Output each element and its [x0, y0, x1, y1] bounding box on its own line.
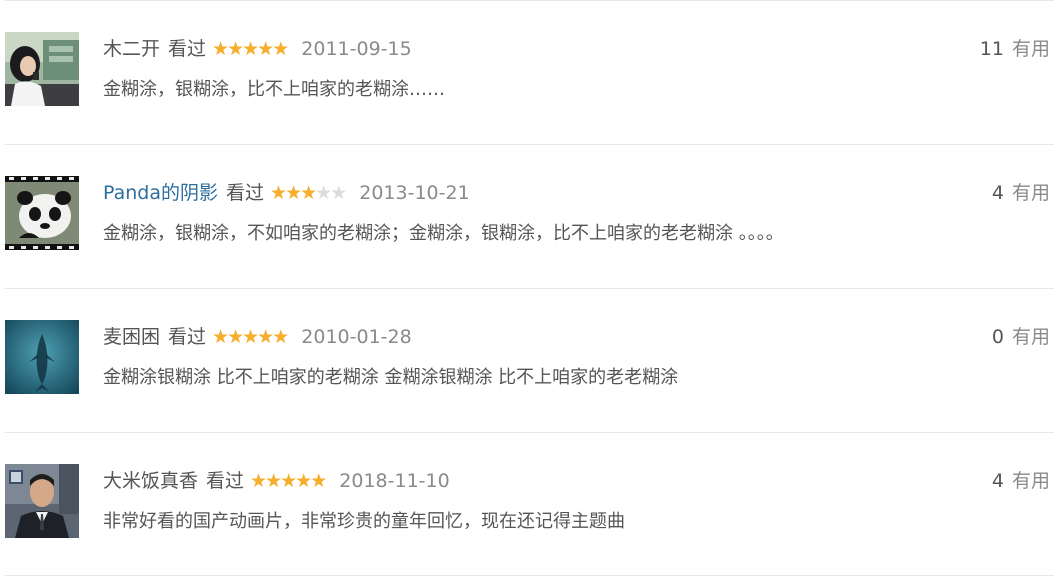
rating-stars: ★ ★ ★ ★ ★ [270, 178, 347, 208]
star-filled-icon: ★ [280, 470, 297, 492]
star-filled-icon: ★ [242, 326, 259, 348]
comment-item: 木二开 看过 ★ ★ ★ ★ ★ 2011-09-15 11 有用 金糊涂，银糊涂，比不上… [0, 0, 1059, 144]
star-filled-icon: ★ [227, 326, 244, 348]
star-filled-icon: ★ [227, 38, 244, 60]
username[interactable]: Panda的阴影 [103, 178, 218, 208]
watch-status: 看过 [206, 470, 245, 492]
useful-vote[interactable]: 11 有用 [980, 34, 1050, 64]
comment-text: 金糊涂银糊涂 比不上咱家的老糊涂 金糊涂银糊涂 比不上咱家的老老糊涂 [103, 367, 679, 388]
comment-date: 2013-10-21 [359, 182, 470, 204]
star-filled-icon: ★ [295, 470, 312, 492]
comment-text: 非常好看的国产动画片，非常珍贵的童年回忆，现在还记得主题曲 [103, 511, 625, 532]
useful-vote[interactable]: 4 有用 [992, 466, 1050, 496]
comment-meta: 木二开 看过 ★ ★ ★ ★ ★ 2011-09-15 [103, 34, 412, 64]
comment-item: 麦困困 看过 ★ ★ ★ ★ ★ 2010-01-28 0 有用 金糊涂银糊涂 比不上咱家… [0, 288, 1059, 432]
avatar[interactable] [5, 464, 79, 538]
star-filled-icon: ★ [272, 326, 289, 348]
avatar-whale-image [5, 320, 79, 394]
avatar-panda-image [5, 176, 79, 250]
star-empty-icon: ★ [330, 182, 347, 204]
useful-count: 0 [991, 326, 1004, 348]
useful-count: 4 [991, 470, 1004, 492]
avatar-girl-image [5, 32, 79, 106]
comment-date: 2011-09-15 [301, 38, 412, 60]
star-filled-icon: ★ [242, 38, 259, 60]
star-filled-icon: ★ [310, 470, 327, 492]
comment-date: 2018-11-10 [339, 470, 450, 492]
avatar[interactable] [5, 176, 79, 250]
avatar-man-image [5, 464, 79, 538]
useful-button[interactable]: 有用 [1012, 326, 1050, 348]
watch-status: 看过 [168, 326, 207, 348]
star-empty-icon: ★ [315, 182, 332, 204]
username[interactable]: 麦困困 [103, 322, 160, 352]
useful-count: 11 [979, 38, 1004, 60]
comment-item: 大米饭真香 看过 ★ ★ ★ ★ ★ 2018-11-10 4 有用 非常好看的国产动画片… [0, 432, 1059, 576]
comment-date: 2010-01-28 [301, 326, 412, 348]
useful-button[interactable]: 有用 [1012, 182, 1050, 204]
star-filled-icon: ★ [265, 470, 282, 492]
star-filled-icon: ★ [257, 38, 274, 60]
rating-stars: ★ ★ ★ ★ ★ [250, 466, 327, 496]
watch-status: 看过 [226, 182, 265, 204]
comment-text: 金糊涂，银糊涂，比不上咱家的老糊涂…… [103, 79, 445, 100]
star-filled-icon: ★ [272, 38, 289, 60]
avatar[interactable] [5, 32, 79, 106]
comment-item: Panda的阴影 看过 ★ ★ ★ ★ ★ 2013-10-21 4 有用 金糊涂，银糊涂… [0, 144, 1059, 288]
useful-button[interactable]: 有用 [1012, 470, 1050, 492]
star-filled-icon: ★ [270, 182, 287, 204]
username[interactable]: 木二开 [103, 34, 160, 64]
star-filled-icon: ★ [212, 326, 229, 348]
watch-status: 看过 [168, 38, 207, 60]
useful-button[interactable]: 有用 [1012, 38, 1050, 60]
rating-stars: ★ ★ ★ ★ ★ [212, 322, 289, 352]
star-filled-icon: ★ [212, 38, 229, 60]
comment-meta: 大米饭真香 看过 ★ ★ ★ ★ ★ 2018-11-10 [103, 466, 450, 496]
star-filled-icon: ★ [285, 182, 302, 204]
useful-vote[interactable]: 0 有用 [992, 322, 1050, 352]
star-filled-icon: ★ [300, 182, 317, 204]
useful-vote[interactable]: 4 有用 [992, 178, 1050, 208]
comment-text: 金糊涂，银糊涂，不如咱家的老糊涂；金糊涂，银糊涂，比不上咱家的老老糊涂 。。。。 [103, 223, 784, 244]
star-filled-icon: ★ [257, 326, 274, 348]
avatar[interactable] [5, 320, 79, 394]
rating-stars: ★ ★ ★ ★ ★ [212, 34, 289, 64]
comment-meta: Panda的阴影 看过 ★ ★ ★ ★ ★ 2013-10-21 [103, 178, 470, 208]
star-filled-icon: ★ [250, 470, 267, 492]
comment-list: 木二开 看过 ★ ★ ★ ★ ★ 2011-09-15 11 有用 金糊涂，银糊涂，比不上… [0, 0, 1059, 576]
useful-count: 4 [991, 182, 1004, 204]
username[interactable]: 大米饭真香 [103, 466, 198, 496]
comment-meta: 麦困困 看过 ★ ★ ★ ★ ★ 2010-01-28 [103, 322, 412, 352]
